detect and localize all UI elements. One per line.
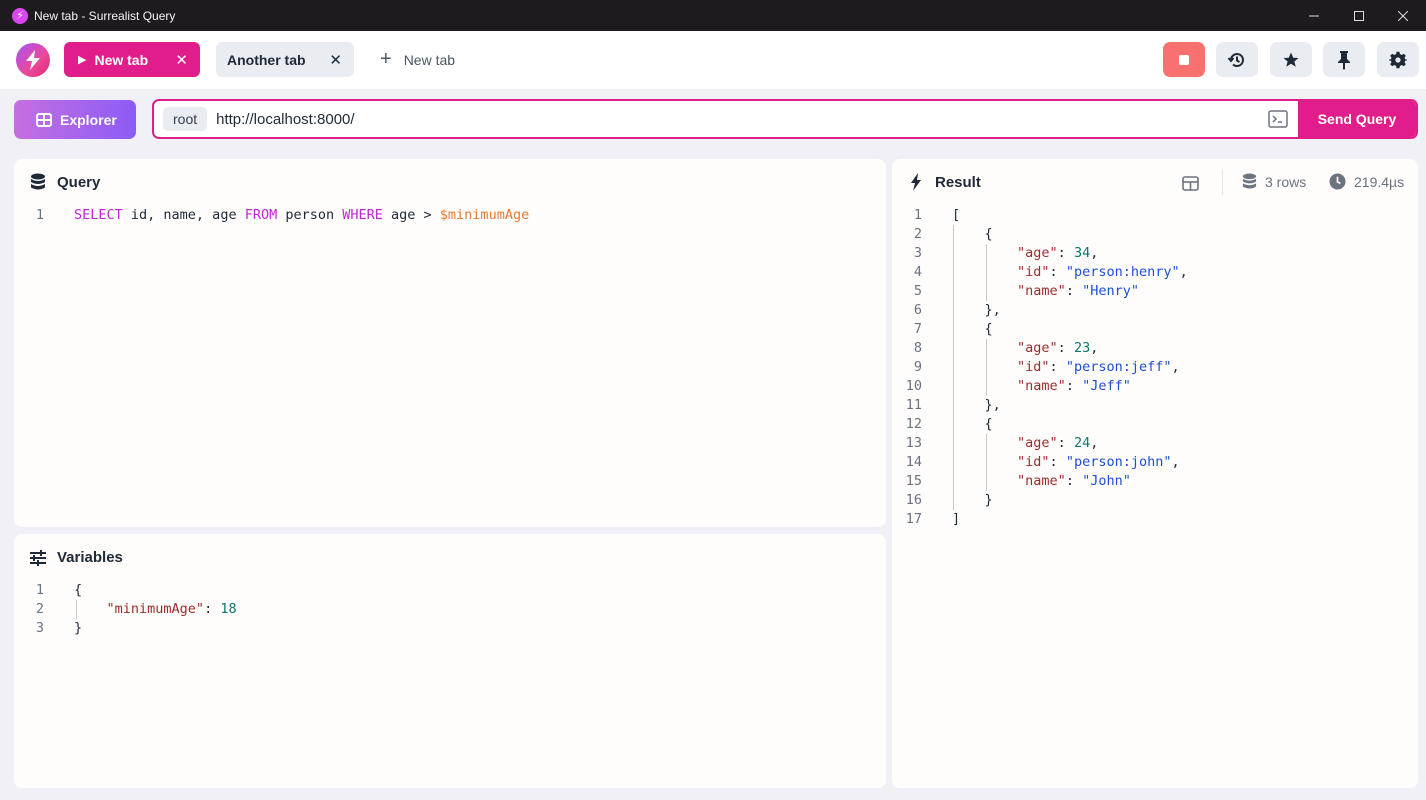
line-number: 4: [913, 264, 922, 280]
top-toolbar: ▶ New tab ✕ Another tab ✕ + New tab: [0, 31, 1426, 89]
plus-icon: +: [380, 48, 392, 70]
result-line: 4 "id": "person:henry",: [892, 263, 1188, 282]
indent-guide: [986, 434, 987, 491]
tab-another-tab[interactable]: Another tab ✕: [216, 42, 354, 77]
tab-new-tab[interactable]: ▶ New tab ✕: [64, 42, 200, 77]
app-logo-icon: ⚡: [12, 7, 28, 24]
close-window-icon[interactable]: [1380, 0, 1426, 31]
stop-button[interactable]: [1163, 42, 1205, 77]
result-line: 14 "id": "person:john",: [892, 453, 1188, 472]
favorites-button[interactable]: [1270, 42, 1312, 77]
result-line: 15 "name": "John": [892, 472, 1188, 491]
tab-label: Another tab: [227, 51, 306, 68]
stop-icon: [1179, 54, 1189, 65]
new-tab-label: New tab: [403, 51, 456, 68]
result-line: 16 }: [892, 491, 1188, 510]
result-line: 3 "age": 34,: [892, 244, 1188, 263]
line-number: 16: [905, 492, 922, 508]
result-panel-title: Result: [935, 173, 981, 191]
result-line: 17]: [892, 510, 1188, 529]
line-number: 2: [913, 226, 922, 242]
query-panel: Query 1 SELECT id, name, age FROM person …: [14, 159, 886, 527]
pin-button[interactable]: [1323, 42, 1365, 77]
minimize-icon[interactable]: [1291, 0, 1337, 31]
history-button[interactable]: [1216, 42, 1258, 77]
sliders-icon: [28, 549, 48, 566]
result-line: 10 "name": "Jeff": [892, 377, 1188, 396]
tab-label: New tab: [94, 51, 149, 68]
variables-panel-header: Variables: [28, 549, 123, 566]
database-icon: [28, 173, 48, 191]
play-icon: ▶: [78, 54, 87, 66]
line-number: 8: [913, 340, 922, 356]
row-count-text: 3 rows: [1265, 173, 1307, 190]
line-number: 6: [913, 302, 922, 318]
pin-icon: [1338, 50, 1350, 70]
variables-panel: Variables 1{ 2 "minimumAge": 18 3}: [14, 534, 886, 788]
line-number: 3: [913, 245, 922, 261]
gear-icon: [1389, 51, 1407, 68]
result-line: 12 {: [892, 415, 1188, 434]
query-editor[interactable]: 1 SELECT id, name, age FROM person WHERE …: [14, 206, 529, 225]
result-line: 6 },: [892, 301, 1188, 320]
result-meta-separator: [1222, 169, 1223, 195]
table-icon: [36, 112, 52, 127]
window-titlebar: ⚡ New tab - Surrealist Query: [0, 0, 1426, 31]
line-number: 13: [905, 435, 922, 451]
result-line: 7 {: [892, 320, 1188, 339]
namespace-badge[interactable]: root: [163, 107, 208, 131]
result-line: 1[: [892, 206, 1188, 225]
explorer-label: Explorer: [60, 111, 117, 128]
maximize-icon[interactable]: [1336, 0, 1382, 31]
explorer-button[interactable]: Explorer: [14, 100, 136, 139]
history-icon: [1227, 52, 1244, 67]
line-number: 1: [913, 207, 922, 223]
result-line: 8 "age": 23,: [892, 339, 1188, 358]
line-number: 17: [905, 511, 922, 527]
star-icon: [1283, 52, 1299, 67]
send-query-button[interactable]: Send Query: [1298, 101, 1416, 137]
database-icon: [1242, 173, 1257, 189]
execution-time-text: 219.4µs: [1354, 173, 1405, 190]
line-number: 14: [905, 454, 922, 470]
line-number: 9: [913, 359, 922, 375]
result-line: 2 {: [892, 225, 1188, 244]
settings-button[interactable]: [1377, 42, 1419, 77]
surrealist-logo-icon: [16, 43, 50, 77]
line-number: 12: [905, 416, 922, 432]
clock-icon: [1329, 173, 1346, 190]
console-icon[interactable]: [1268, 110, 1288, 128]
connection-bar: root http://localhost:8000/ Send Query: [152, 99, 1418, 139]
line-number: 15: [905, 473, 922, 489]
table-view-icon[interactable]: [1182, 176, 1199, 191]
window-title: New tab - Surrealist Query: [34, 8, 176, 23]
bolt-icon: [906, 173, 926, 191]
indent-guide: [986, 339, 987, 396]
line-number: 10: [905, 378, 922, 394]
variables-panel-title: Variables: [57, 549, 123, 566]
result-viewer[interactable]: 1[2 {3 "age": 34, 4 "id": "person:henry",…: [892, 206, 1188, 529]
result-panel: Result 3 rows 219.4µs 1[2 {3 "age": 34, 4…: [892, 159, 1418, 788]
query-panel-title: Query: [57, 173, 101, 191]
result-line: 9 "id": "person:jeff",: [892, 358, 1188, 377]
query-panel-header: Query: [28, 173, 100, 191]
new-tab-button[interactable]: + New tab: [380, 42, 455, 77]
variables-editor[interactable]: 1{ 2 "minimumAge": 18 3}: [14, 581, 237, 638]
result-line: 13 "age": 24,: [892, 434, 1188, 453]
result-line: 11 },: [892, 396, 1188, 415]
line-number: 7: [913, 321, 922, 337]
row-count: 3 rows: [1242, 173, 1306, 190]
result-panel-header: Result: [906, 173, 981, 191]
close-tab-icon[interactable]: ✕: [329, 51, 342, 69]
result-line: 5 "name": "Henry": [892, 282, 1188, 301]
endpoint-url[interactable]: http://localhost:8000/: [216, 111, 354, 128]
line-number: 5: [913, 283, 922, 299]
close-tab-icon[interactable]: ✕: [175, 51, 188, 69]
execution-time: 219.4µs: [1329, 173, 1404, 190]
indent-guide: [986, 244, 987, 301]
line-number: 11: [905, 397, 922, 413]
indent-guide: [953, 225, 954, 510]
